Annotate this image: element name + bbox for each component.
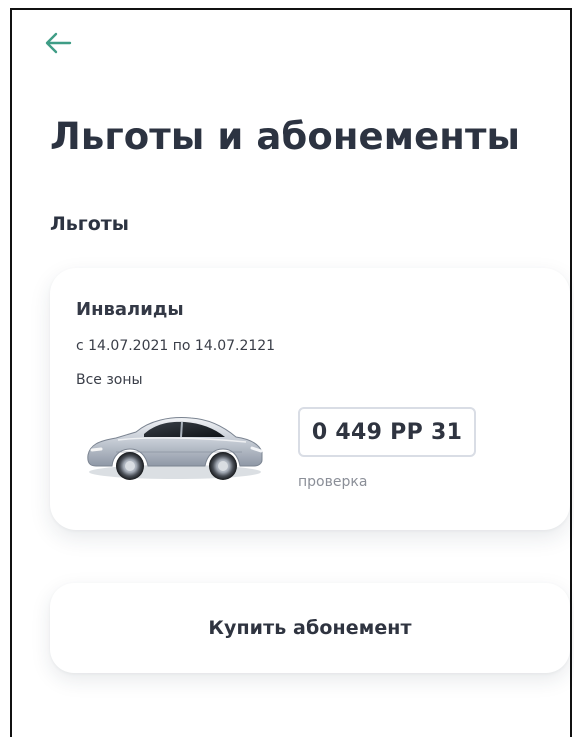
- page-title: Льготы и абонементы: [50, 115, 521, 158]
- buy-subscription-label: Купить абонемент: [208, 617, 412, 639]
- benefit-category: Инвалиды: [76, 299, 184, 320]
- buy-subscription-button[interactable]: Купить абонемент: [50, 583, 570, 673]
- car-image: [87, 417, 263, 480]
- license-plate: 0 449 РР 31: [298, 407, 476, 457]
- arrow-left-icon: [45, 32, 72, 54]
- benefit-card[interactable]: Инвалиды с 14.07.2021 по 14.07.2121 Все …: [50, 268, 570, 530]
- back-button[interactable]: [42, 28, 74, 58]
- benefits-section-title: Льготы: [50, 213, 129, 235]
- plate-status: проверка: [298, 474, 368, 490]
- benefit-zones: Все зоны: [76, 372, 143, 388]
- app-screen: Льготы и абонементы Льготы Инвалиды с 14…: [10, 8, 572, 737]
- benefit-period: с 14.07.2021 по 14.07.2121: [76, 338, 276, 354]
